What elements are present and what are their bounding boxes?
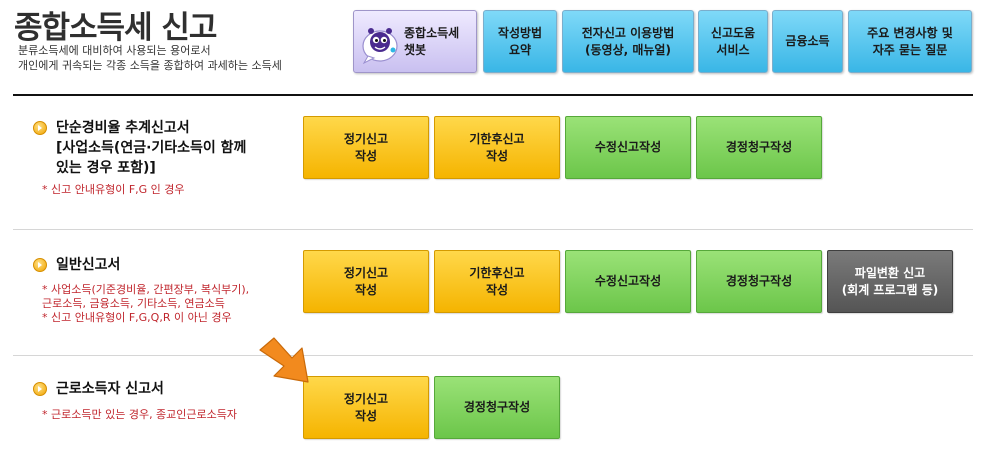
simple-regular-filing-button[interactable]: 정기신고 작성 bbox=[303, 116, 429, 179]
section-note-simple-expense: * 신고 안내유형이 F,G 인 경우 bbox=[42, 183, 185, 196]
top-nav-financial-income-button[interactable]: 금융소득 bbox=[772, 10, 843, 73]
chatbot-mascot-icon bbox=[362, 27, 398, 64]
top-nav-summary-button[interactable]: 작성방법 요약 bbox=[483, 10, 557, 73]
section-bullet-icon bbox=[33, 258, 47, 272]
top-nav-guide-button[interactable]: 전자신고 이용방법 (동영상, 매뉴얼) bbox=[562, 10, 694, 73]
orange-arrow-icon bbox=[259, 337, 309, 383]
section-bullet-icon bbox=[33, 382, 47, 396]
top-nav-faq-button[interactable]: 주요 변경사항 및 자주 묻는 질문 bbox=[848, 10, 972, 73]
general-late-filing-button[interactable]: 기한후신고 작성 bbox=[434, 250, 560, 313]
header-divider bbox=[13, 94, 973, 96]
earned-regular-filing-button[interactable]: 정기신고 작성 bbox=[303, 376, 429, 439]
simple-amended-filing-button[interactable]: 수정신고작성 bbox=[565, 116, 691, 179]
section-bullet-icon bbox=[33, 121, 47, 135]
section-title-general: 일반신고서 bbox=[56, 257, 121, 273]
section-divider bbox=[13, 229, 973, 230]
top-nav-chatbot-label: 종합소득세 챗봇 bbox=[404, 25, 460, 57]
simple-refund-claim-button[interactable]: 경정청구작성 bbox=[696, 116, 822, 179]
section-note-general: * 사업소득(기준경비율, 간편장부, 복식부기), 근로소득, 금융소득, 기… bbox=[42, 283, 250, 324]
simple-late-filing-button[interactable]: 기한후신고 작성 bbox=[434, 116, 560, 179]
section-title-earned-income: 근로소득자 신고서 bbox=[56, 381, 164, 397]
top-nav-help-service-button[interactable]: 신고도움 서비스 bbox=[698, 10, 768, 73]
general-refund-claim-button[interactable]: 경정청구작성 bbox=[696, 250, 822, 313]
page-title: 종합소득세 신고 bbox=[14, 10, 217, 46]
page-subtitle: 분류소득세에 대비하여 사용되는 용어로서 개인에게 귀속되는 각종 소득을 종… bbox=[18, 44, 282, 72]
section-note-earned-income: * 근로소득만 있는 경우, 종교인근로소득자 bbox=[42, 408, 238, 421]
general-file-conversion-button[interactable]: 파일변환 신고 (회계 프로그램 등) bbox=[827, 250, 953, 313]
section-title-simple-expense: 단순경비율 추계신고서 [사업소득(연금·기타소득이 함께 있는 경우 포함)] bbox=[56, 120, 247, 176]
earned-refund-claim-button[interactable]: 경정청구작성 bbox=[434, 376, 560, 439]
section-divider bbox=[13, 355, 973, 356]
general-amended-filing-button[interactable]: 수정신고작성 bbox=[565, 250, 691, 313]
top-nav-chatbot-button[interactable]: 종합소득세 챗봇 bbox=[353, 10, 477, 73]
general-regular-filing-button[interactable]: 정기신고 작성 bbox=[303, 250, 429, 313]
